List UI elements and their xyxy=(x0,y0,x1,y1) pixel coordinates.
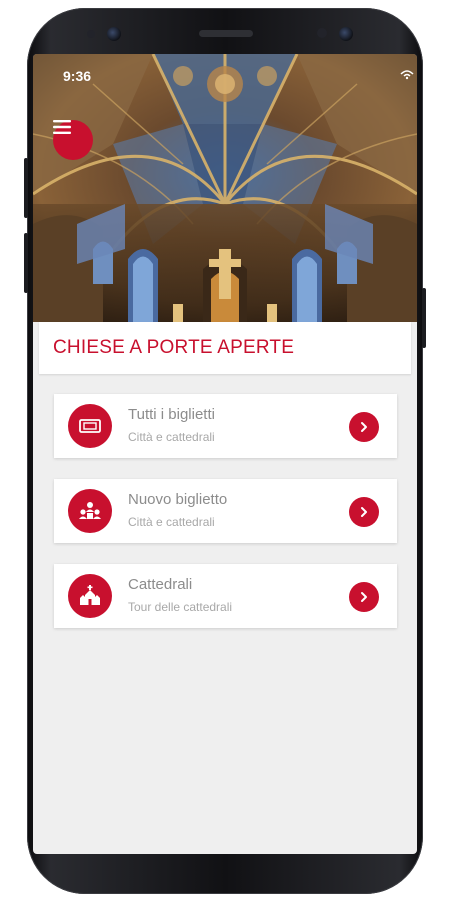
item-sublabel: Città e cattedrali xyxy=(128,515,215,529)
cathedral-icon xyxy=(80,585,100,605)
cathedral-header-image: 9:36 xyxy=(33,54,417,322)
volume-button xyxy=(24,158,28,218)
chevron-right-icon[interactable] xyxy=(349,412,379,442)
chevron-right-icon[interactable] xyxy=(349,582,379,612)
menu-button[interactable] xyxy=(53,120,93,160)
proximity-sensor xyxy=(87,30,95,38)
bottom-bezel xyxy=(33,854,417,884)
status-time: 9:36 xyxy=(63,68,92,84)
item-sublabel: Tour delle cattedrali xyxy=(128,600,233,614)
new-ticket-list-item[interactable]: Nuovo biglietto Città e cattedrali xyxy=(54,479,397,543)
earpiece-speaker xyxy=(199,30,253,37)
people-icon-badge xyxy=(68,489,112,533)
item-label: Nuovo biglietto xyxy=(128,491,228,508)
people-icon xyxy=(79,502,101,519)
power-button xyxy=(422,288,426,348)
iris-camera-icon xyxy=(107,27,121,41)
app-title: CHIESE A PORTE APERTE xyxy=(53,337,295,358)
item-label: Cattedrali xyxy=(128,576,193,593)
hamburger-icon xyxy=(53,120,71,134)
ticket-icon xyxy=(79,419,101,433)
chevron-right-icon[interactable] xyxy=(349,497,379,527)
cathedral-icon-badge xyxy=(68,574,112,618)
item-sublabel: Città e cattedrali xyxy=(128,430,215,444)
app-screen: 9:36 CHIESE A PORTE APERTE Tutti i bigli… xyxy=(33,54,417,854)
front-sensor xyxy=(317,28,327,38)
volume-button-2 xyxy=(24,233,28,293)
tickets-list-item[interactable]: Tutti i biglietti Città e cattedrali xyxy=(54,394,397,458)
wifi-battery-icon xyxy=(400,70,414,80)
ticket-icon-badge xyxy=(68,404,112,448)
item-label: Tutti i biglietti xyxy=(128,406,215,423)
app-title-bar: CHIESE A PORTE APERTE xyxy=(39,322,411,374)
cathedrals-list-item[interactable]: Cattedrali Tour delle cattedrali xyxy=(54,564,397,628)
front-camera-icon xyxy=(339,27,353,41)
